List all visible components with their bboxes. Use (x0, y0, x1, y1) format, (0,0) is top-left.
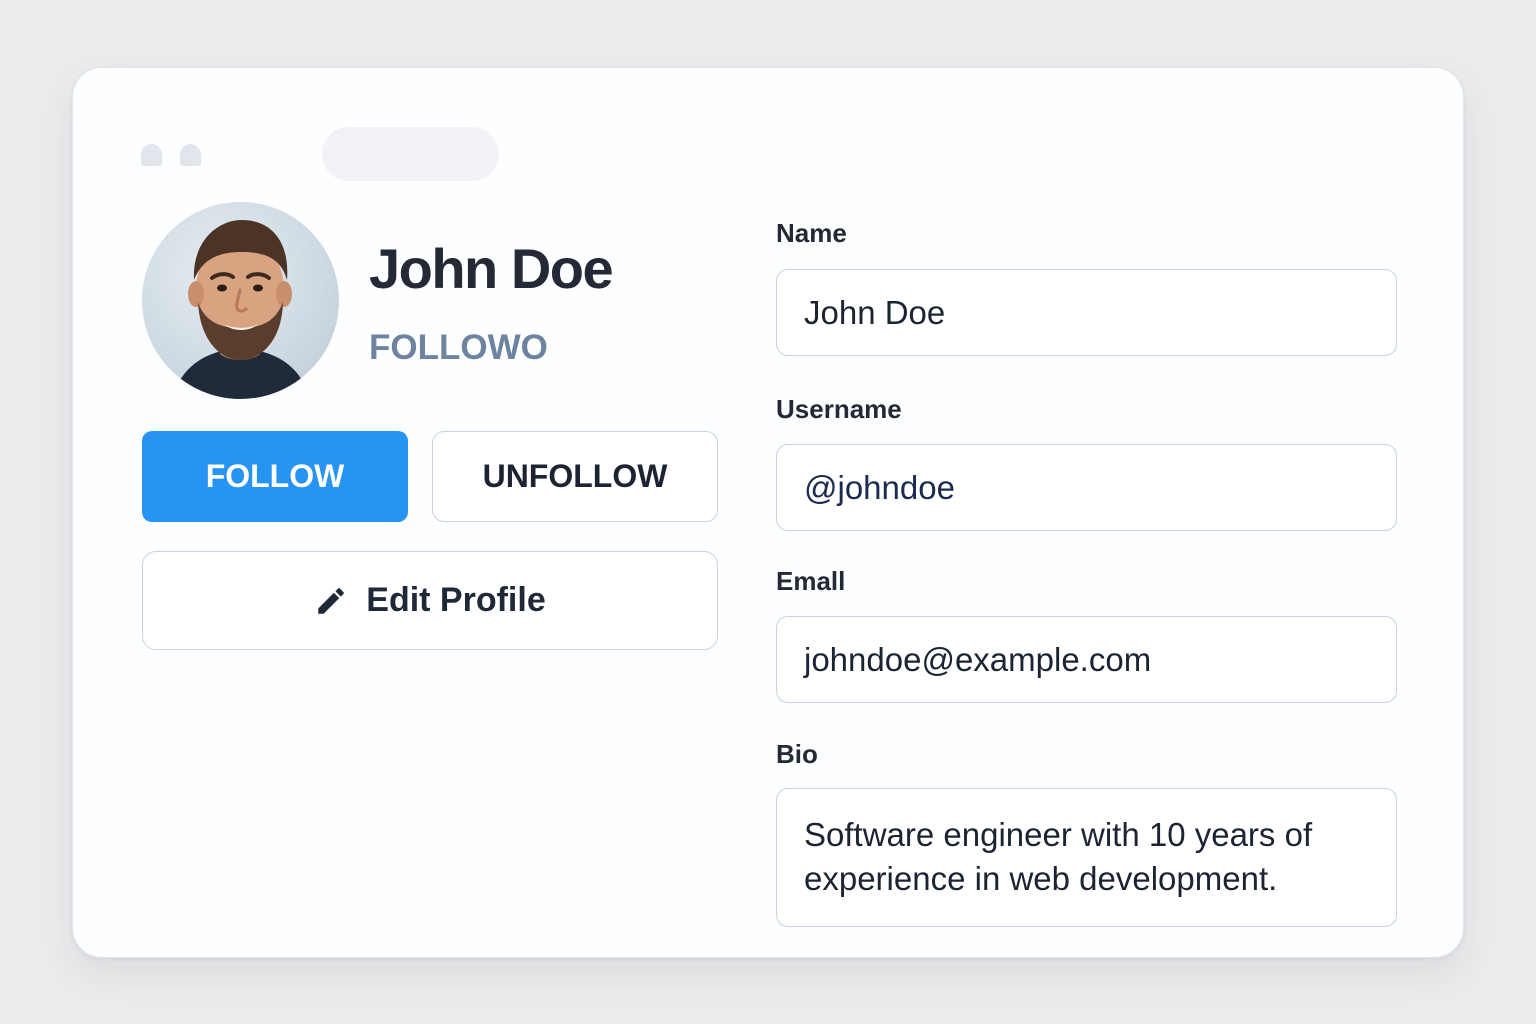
username-field-label: Username (776, 394, 902, 424)
unfollow-button[interactable]: UNFOLLOW (432, 431, 718, 522)
name-field-label: Name (776, 218, 847, 248)
name-field-value: John Doe (804, 293, 946, 331)
follow-button-label: FOLLOW (205, 458, 345, 494)
window-control-dot[interactable] (141, 144, 162, 166)
edit-profile-button[interactable]: Edit Profile (142, 551, 718, 650)
profile-card: John Doe FOLLOWO FOLLOW UNFOLLOW Edit Pr… (72, 67, 1464, 958)
header-placeholder-pill (322, 127, 499, 181)
email-field-label: Emall (776, 566, 846, 596)
bio-textarea[interactable]: Software engineer with 10 years of exper… (776, 788, 1397, 927)
bio-field-label: Bio (776, 739, 818, 769)
username-field[interactable]: @johndoe (776, 444, 1397, 531)
window-control-dot[interactable] (180, 144, 201, 166)
edit-profile-button-label: Edit Profile (366, 581, 546, 619)
unfollow-button-label: UNFOLLOW (482, 458, 668, 494)
profile-name: John Doe (369, 237, 614, 300)
name-field[interactable]: John Doe (776, 269, 1397, 356)
avatar (142, 202, 339, 399)
profile-subtitle: FOLLOWO (369, 328, 548, 367)
person-photo-icon (172, 220, 310, 399)
follow-button[interactable]: FOLLOW (142, 431, 408, 522)
email-field[interactable]: johndoe@example.com (776, 616, 1397, 703)
username-field-value: @johndoe (804, 468, 955, 506)
email-field-value: johndoe@example.com (804, 640, 1152, 678)
pencil-icon (314, 584, 348, 618)
bio-field-value: Software engineer with 10 years of exper… (804, 816, 1313, 897)
